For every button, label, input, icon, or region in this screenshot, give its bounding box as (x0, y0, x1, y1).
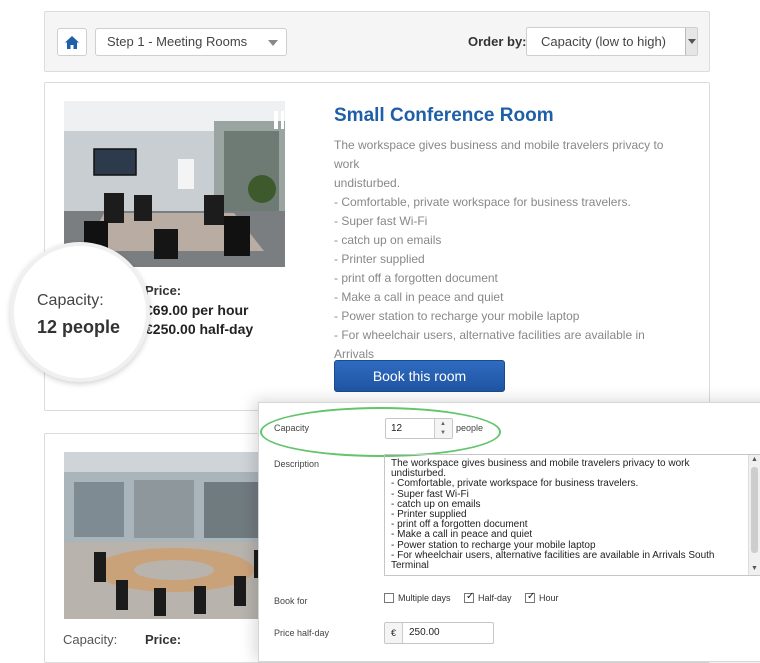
room-photo (64, 101, 285, 267)
room-photo (64, 452, 285, 619)
people-unit-label: people (456, 423, 484, 433)
option-label: Multiple days (398, 593, 451, 603)
price-label: Price: (145, 283, 182, 298)
order-by-select[interactable]: Capacity (low to high) (526, 27, 698, 56)
description-line: - print off a forgotten document (334, 271, 498, 285)
home-button[interactable] (57, 28, 87, 56)
option-label: Hour (539, 593, 559, 603)
checkbox-multiple-days[interactable] (384, 593, 394, 603)
checkbox-half-day[interactable] (464, 591, 474, 603)
description-field-label: Description (274, 459, 320, 469)
select-arrow-icon (685, 28, 697, 55)
description-line: - Super fast Wi-Fi (334, 214, 428, 228)
price-half-day-value: 250.00 (409, 627, 440, 638)
description-line: - Make a call in peace and quiet (334, 290, 504, 304)
option-label: Half-day (478, 593, 512, 603)
description-line: undisturbed. (334, 176, 401, 190)
description-line: - Printer supplied (334, 252, 425, 266)
description-line: The workspace gives business and mobile … (334, 138, 664, 171)
stepper-up-icon[interactable]: ▲ (440, 420, 446, 428)
option-half-day[interactable]: Half-day (464, 591, 512, 603)
scroll-down-icon[interactable]: ▼ (751, 564, 758, 574)
capacity-stepper[interactable]: ▲ ▼ (434, 419, 452, 438)
capacity-label: Capacity: (37, 292, 104, 309)
scroll-up-icon[interactable]: ▲ (751, 455, 758, 465)
admin-edit-panel: Capacity 12 ▲ ▼ people Description The w… (258, 402, 760, 662)
capacity-value: 12 people (37, 317, 121, 337)
checkbox-hour[interactable] (525, 591, 535, 603)
description-line: - catch up on emails (334, 233, 442, 247)
room-title[interactable]: Small Conference Room (334, 105, 554, 127)
description-line: - For wheelchair users, alternative faci… (391, 549, 715, 561)
order-by-label: Order by: (468, 34, 527, 49)
step-select-value: Step 1 - Meeting Rooms (107, 34, 248, 49)
price-half-day-label: Price half-day (274, 628, 330, 638)
step-select[interactable]: Step 1 - Meeting Rooms (95, 28, 287, 56)
capacity-field-label: Capacity (274, 423, 310, 433)
capacity-magnifier: Capacity: 12 people (10, 242, 150, 382)
toolbar: Step 1 - Meeting Rooms Order by: Capacit… (44, 11, 710, 72)
description-textarea[interactable]: The workspace gives business and mobile … (384, 454, 760, 576)
description-line: Terminal (391, 560, 429, 572)
order-by-value: Capacity (low to high) (541, 34, 666, 49)
chevron-down-icon (268, 40, 278, 46)
room-card-small-conference: Price: €69.00 per hour €250.00 half-day … (44, 82, 710, 411)
price-block: Price: €69.00 per hour €250.00 half-day (145, 283, 253, 340)
scrollbar-thumb[interactable] (751, 467, 758, 553)
book-room-button[interactable]: Book this room (334, 360, 505, 392)
capacity-input-value: 12 (391, 423, 403, 434)
option-hour[interactable]: Hour (525, 591, 559, 603)
description-line: - Power station to recharge your mobile … (334, 309, 580, 323)
book-for-label: Book for (274, 596, 308, 606)
room-description: The workspace gives business and mobile … (334, 136, 679, 383)
price-half-day-input[interactable]: € 250.00 (384, 622, 494, 644)
description-line: - Comfortable, private workspace for bus… (334, 195, 631, 209)
stepper-down-icon[interactable]: ▼ (440, 429, 446, 437)
currency-symbol: € (385, 623, 403, 643)
home-icon (65, 35, 79, 49)
capacity-input[interactable]: 12 ▲ ▼ (385, 418, 453, 439)
price-half-day: €250.00 half-day (145, 321, 254, 337)
description-line: - For wheelchair users, alternative faci… (334, 328, 645, 361)
price-per-hour: €69.00 per hour (145, 302, 249, 318)
option-multiple-days[interactable]: Multiple days (384, 593, 451, 603)
textarea-scrollbar[interactable]: ▲ ▼ (748, 455, 760, 575)
